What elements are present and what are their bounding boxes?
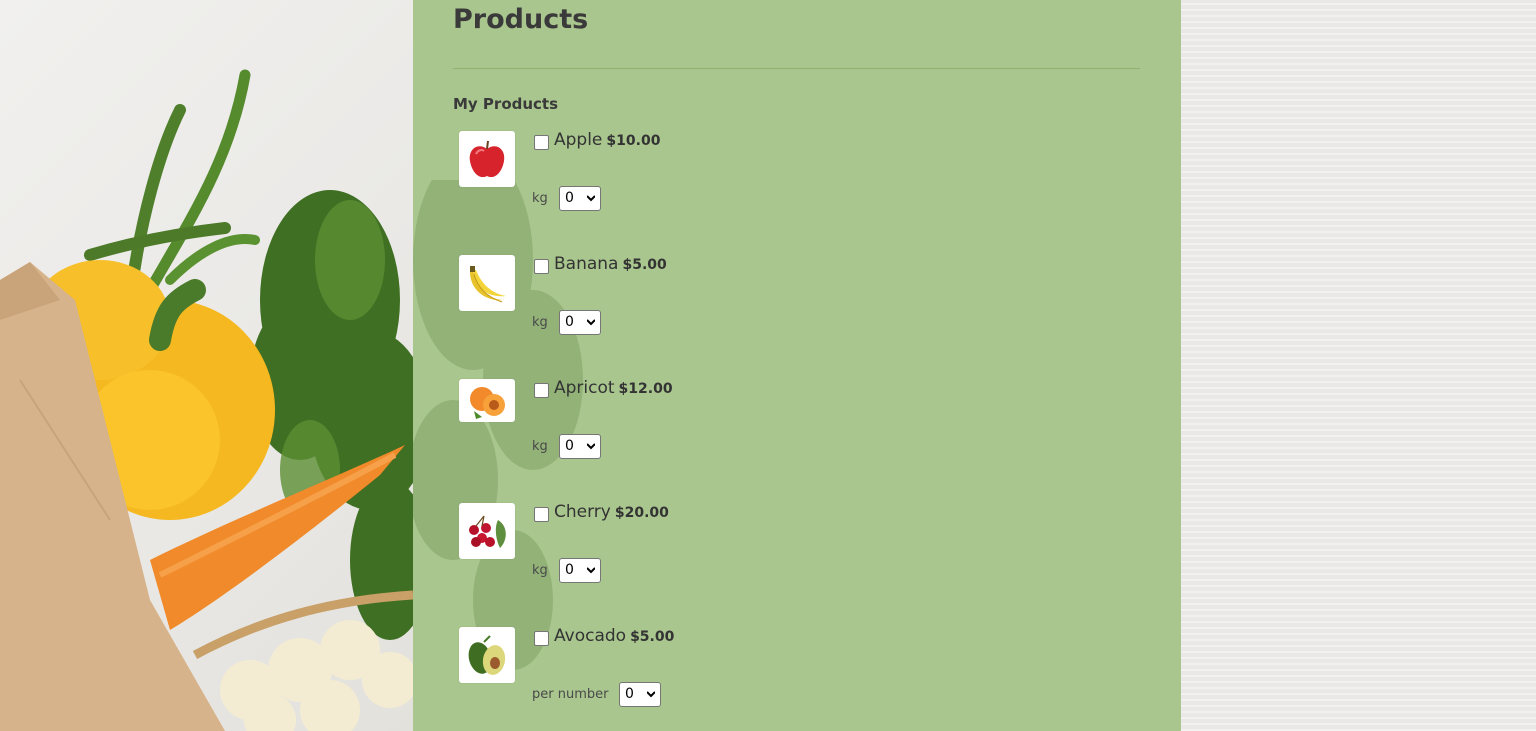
product-thumbnail bbox=[459, 255, 515, 311]
apple-icon bbox=[469, 140, 505, 178]
chevron-down-icon bbox=[587, 319, 595, 326]
product-checkbox[interactable] bbox=[534, 383, 549, 398]
product-item: Apple $10.00 kg 0 bbox=[459, 130, 1059, 241]
quantity-value: 0 bbox=[625, 686, 634, 702]
product-item: Banana $5.00 kg 0 bbox=[459, 254, 1059, 365]
product-name-label[interactable]: Banana $5.00 bbox=[554, 254, 667, 274]
chevron-down-icon bbox=[587, 195, 595, 202]
product-name: Avocado bbox=[554, 626, 627, 646]
title-divider bbox=[453, 68, 1140, 69]
product-price: $10.00 bbox=[606, 133, 661, 149]
quantity-value: 0 bbox=[565, 438, 574, 454]
quantity-value: 0 bbox=[565, 190, 574, 206]
product-price: $20.00 bbox=[614, 505, 669, 521]
product-name: Apple bbox=[554, 130, 603, 150]
page-title: Products bbox=[453, 4, 589, 35]
product-name: Cherry bbox=[554, 502, 611, 522]
quantity-value: 0 bbox=[565, 562, 574, 578]
product-checkbox[interactable] bbox=[534, 259, 549, 274]
quantity-select[interactable]: 0 bbox=[559, 186, 601, 211]
product-thumbnail bbox=[459, 627, 515, 683]
chevron-down-icon bbox=[647, 691, 655, 698]
apricot-icon bbox=[470, 386, 505, 419]
quantity-select[interactable]: 0 bbox=[559, 434, 601, 459]
product-thumbnail bbox=[459, 503, 515, 559]
unit-label: kg bbox=[532, 191, 548, 206]
chevron-down-icon bbox=[587, 443, 595, 450]
product-price: $12.00 bbox=[618, 381, 673, 397]
product-checkbox[interactable] bbox=[534, 135, 549, 150]
grocery-bag-illustration bbox=[0, 69, 413, 731]
quantity-select[interactable]: 0 bbox=[619, 682, 661, 707]
unit-label: per number bbox=[532, 687, 609, 702]
product-checkbox[interactable] bbox=[534, 507, 549, 522]
cherry-icon bbox=[469, 515, 506, 548]
unit-label: kg bbox=[532, 439, 548, 454]
product-item: Cherry $20.00 kg 0 bbox=[459, 502, 1059, 613]
product-name-label[interactable]: Apricot $12.00 bbox=[554, 378, 673, 398]
product-price: $5.00 bbox=[622, 257, 667, 273]
product-checkbox[interactable] bbox=[534, 631, 549, 646]
chevron-down-icon bbox=[587, 567, 595, 574]
banana-icon bbox=[470, 266, 506, 303]
quantity-value: 0 bbox=[565, 314, 574, 330]
product-item: Avocado $5.00 per number 0 bbox=[459, 626, 1059, 731]
product-name: Apricot bbox=[554, 378, 615, 398]
product-name-label[interactable]: Apple $10.00 bbox=[554, 130, 660, 150]
unit-label: kg bbox=[532, 315, 548, 330]
background-image-left bbox=[0, 0, 413, 731]
product-name: Banana bbox=[554, 254, 619, 274]
section-label: My Products bbox=[453, 95, 559, 113]
product-name-label[interactable]: Avocado $5.00 bbox=[554, 626, 674, 646]
avocado-icon bbox=[468, 635, 506, 675]
product-thumbnail bbox=[459, 131, 515, 187]
unit-label: kg bbox=[532, 563, 548, 578]
product-name-label[interactable]: Cherry $20.00 bbox=[554, 502, 669, 522]
product-price: $5.00 bbox=[630, 629, 675, 645]
quantity-select[interactable]: 0 bbox=[559, 558, 601, 583]
quantity-select[interactable]: 0 bbox=[559, 310, 601, 335]
product-thumbnail bbox=[459, 379, 515, 422]
products-panel: Products My Products Apple $10.00 kg 0 B… bbox=[413, 0, 1181, 731]
background-image-right bbox=[1181, 0, 1536, 731]
product-item: Apricot $12.00 kg 0 bbox=[459, 378, 1059, 489]
